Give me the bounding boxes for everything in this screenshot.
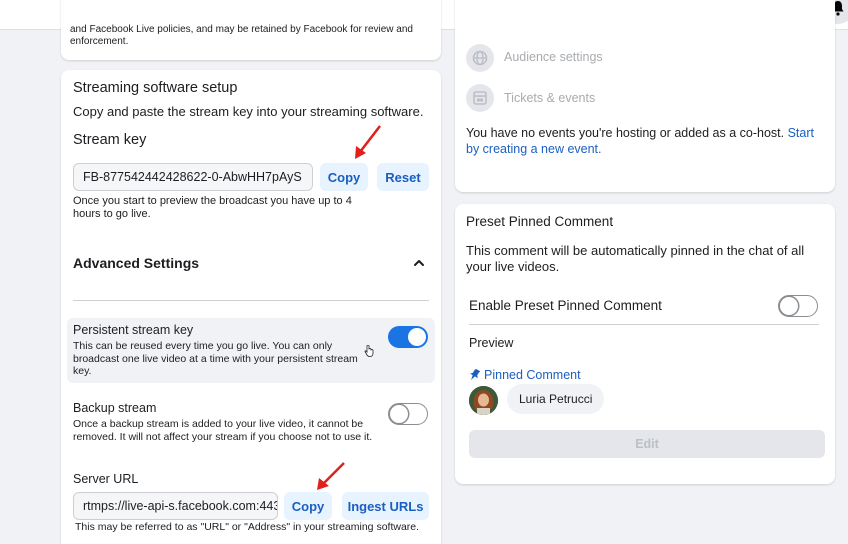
backup-description: Once a backup stream is added to your li… [73,418,373,443]
persistent-description: This can be reused every time you go liv… [73,340,358,377]
divider [73,300,429,301]
pinned-description: This comment will be automatically pinne… [466,243,805,274]
pinned-comment-label: Pinned Comment [484,368,581,382]
stream-key-field[interactable]: FB-877542442428622-0-AbwHH7pAyS [73,163,313,191]
edit-button[interactable]: Edit [469,430,825,458]
stream-key-label: Stream key [73,132,147,148]
events-text: You have no events you're hosting or add… [466,125,826,157]
pinned-title: Preset Pinned Comment [466,214,614,229]
persistent-stream-key-row[interactable]: Persistent stream key This can be reused… [67,318,435,383]
enable-pinned-label: Enable Preset Pinned Comment [469,298,662,313]
backup-toggle[interactable] [388,403,428,425]
copy-stream-key-button[interactable]: Copy [320,163,368,191]
backup-title: Backup stream [73,401,157,415]
audience-settings-label[interactable]: Audience settings [504,50,603,64]
chevron-up-icon[interactable] [412,256,426,270]
policy-text: and Facebook Live policies, and may be r… [70,24,413,47]
avatar [469,386,498,415]
preview-label: Preview [469,336,514,350]
commenter-name: Luria Petrucci [507,384,605,414]
setup-title: Streaming software setup [73,80,238,96]
copy-server-url-button[interactable]: Copy [284,492,332,520]
tickets-events-label[interactable]: Tickets & events [504,91,595,105]
policy-card: and Facebook Live policies, and may be r… [61,0,441,60]
persistent-toggle[interactable] [388,326,428,348]
advanced-settings-title: Advanced Settings [73,255,200,271]
pin-icon [469,368,481,380]
reset-stream-key-button[interactable]: Reset [377,163,429,191]
settings-card: Audience settings Tickets & events You h… [455,0,835,192]
persistent-title: Persistent stream key [73,323,194,337]
globe-icon [466,44,494,72]
setup-description: Copy and paste the stream key into your … [73,104,424,119]
hand-cursor-icon [364,344,374,357]
stream-key-note: Once you start to preview the broadcast … [73,195,352,220]
pinned-comment-card: Preset Pinned Comment This comment will … [455,204,835,484]
divider [469,324,819,325]
ticket-icon [466,84,494,112]
server-url-field[interactable]: rtmps://live-api-s.facebook.com:443/rtmp… [73,492,278,520]
server-url-label: Server URL [73,472,139,486]
server-url-note: This may be referred to as "URL" or "Add… [75,521,420,533]
streaming-setup-card: Streaming software setup Copy and paste … [61,70,441,544]
ingest-urls-button[interactable]: Ingest URLs [342,492,429,520]
enable-pinned-toggle[interactable] [778,295,818,317]
events-description: You have no events you're hosting or add… [466,126,788,140]
